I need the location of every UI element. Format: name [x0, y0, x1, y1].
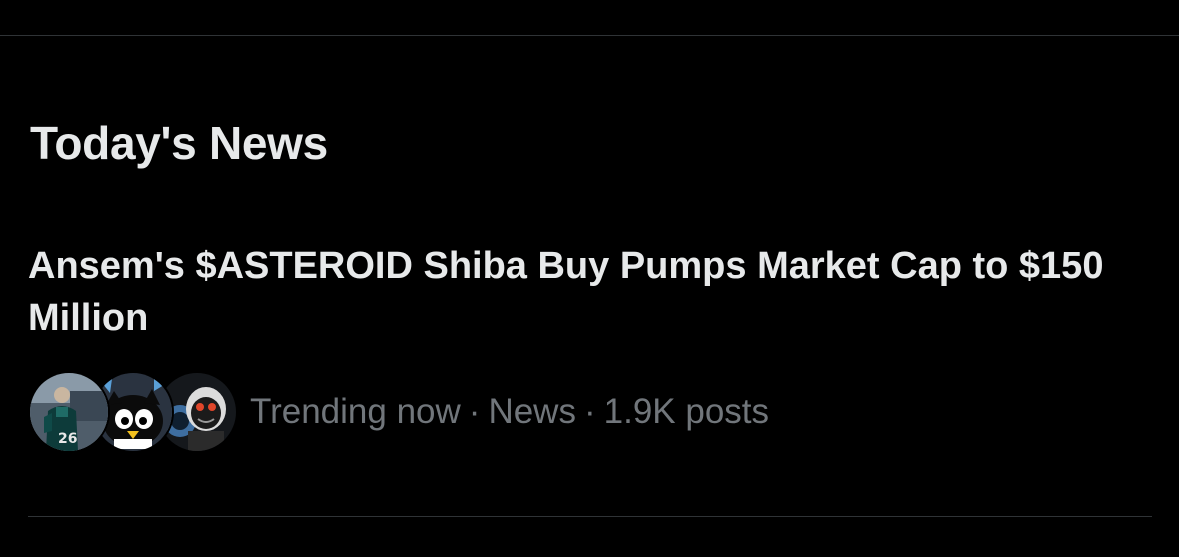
meta-separator: · — [583, 392, 596, 431]
bottom-divider — [28, 516, 1152, 517]
news-item[interactable]: Ansem's $ASTEROID Shiba Buy Pumps Market… — [0, 230, 1179, 480]
news-meta: Trending now · News · 1.9K posts — [250, 392, 769, 432]
top-divider — [0, 35, 1179, 36]
avatar-jersey: 26 — [28, 371, 110, 453]
meta-separator: · — [468, 392, 481, 431]
trending-status: Trending now — [250, 392, 461, 431]
news-category: News — [488, 392, 576, 431]
news-headline: Ansem's $ASTEROID Shiba Buy Pumps Market… — [28, 245, 1104, 339]
section-title: Today's News — [30, 117, 328, 170]
posts-count: 1.9K posts — [603, 392, 770, 431]
avatar-group: 26 — [28, 371, 238, 453]
jersey-number: 26 — [58, 431, 77, 447]
